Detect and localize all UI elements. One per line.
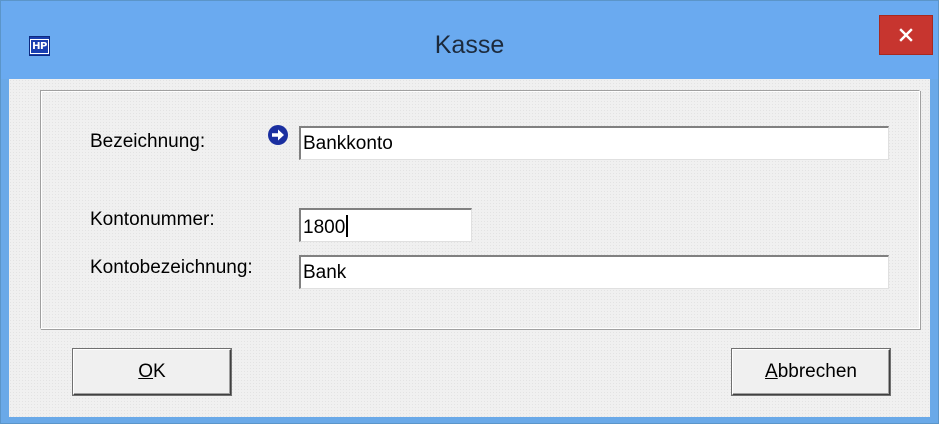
kontonummer-field[interactable]: 1800 — [299, 208, 472, 242]
bezeichnung-field[interactable]: Bankkonto — [299, 126, 889, 160]
close-button[interactable] — [879, 15, 933, 55]
bezeichnung-label: Bezeichnung: — [90, 131, 206, 152]
kontobezeichnung-label: Kontobezeichnung: — [90, 257, 253, 278]
ok-button[interactable]: OK — [73, 349, 231, 395]
close-icon — [899, 28, 913, 42]
cancel-label: bbrechen — [777, 361, 857, 382]
bezeichnung-value: Bankkonto — [303, 133, 393, 154]
kontonummer-label: Kontonummer: — [90, 209, 215, 230]
cancel-accelerator: A — [765, 361, 778, 382]
text-caret — [346, 215, 349, 237]
title-bar[interactable]: HP Kasse — [1, 1, 938, 79]
arrow-right-circle-icon — [268, 125, 288, 145]
kontobezeichnung-field[interactable]: Bank — [299, 255, 889, 289]
dialog-window: HP Kasse Bezeichnung: Bankkonto Kontonum… — [0, 0, 939, 424]
form-group-box: Bezeichnung: Bankkonto Kontonummer: 1800… — [40, 90, 920, 329]
kontonummer-value: 1800 — [303, 217, 346, 238]
window-title: Kasse — [434, 31, 505, 59]
dialog-client-area: Bezeichnung: Bankkonto Kontonummer: 1800… — [9, 79, 930, 417]
cancel-button[interactable]: Abbrechen — [732, 349, 890, 395]
ok-label: K — [153, 361, 166, 382]
ok-accelerator: O — [138, 361, 154, 382]
kontobezeichnung-value: Bank — [303, 262, 347, 283]
